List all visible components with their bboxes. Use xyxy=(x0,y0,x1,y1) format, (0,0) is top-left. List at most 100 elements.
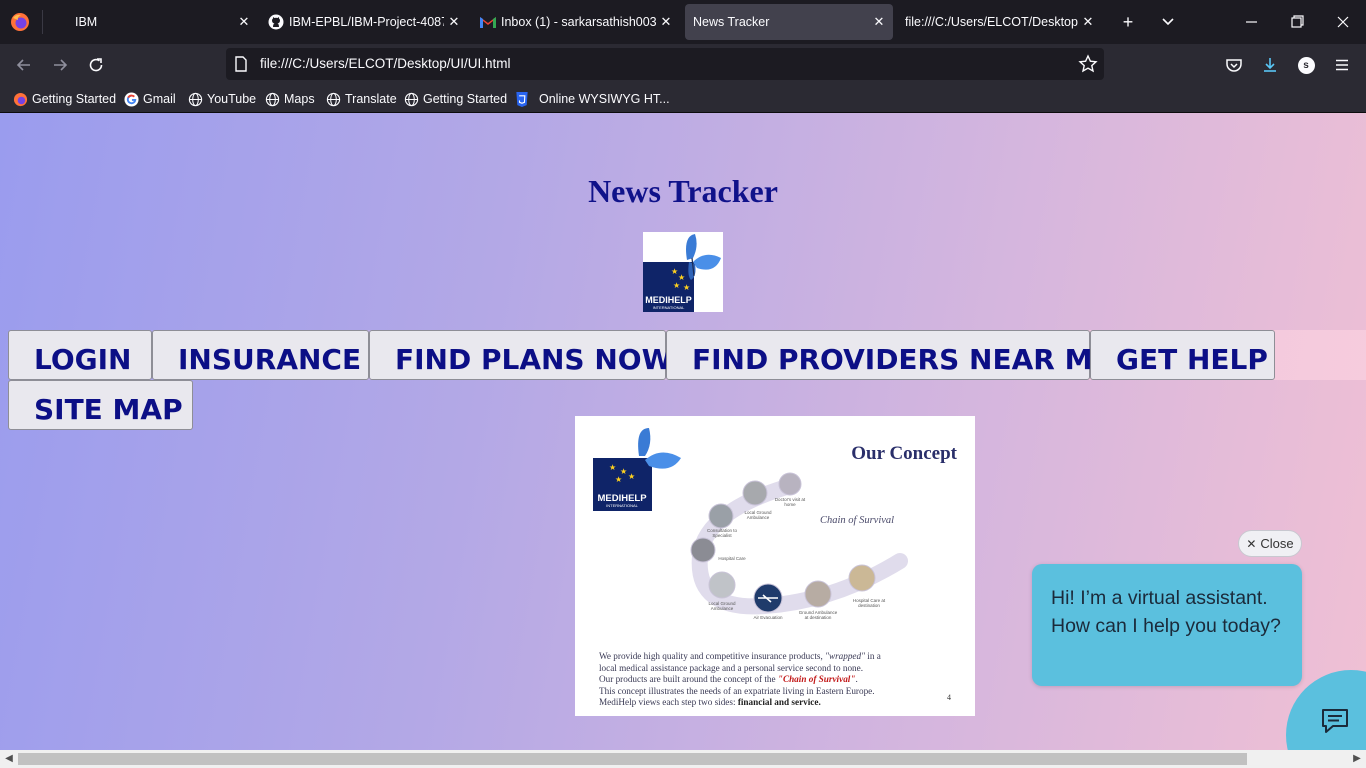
node-label: Local Ground Ambulance xyxy=(744,510,772,520)
concept-text: "Chain of Survival" xyxy=(777,674,856,684)
globe-icon xyxy=(403,91,419,107)
arrow-right-icon xyxy=(54,59,68,71)
bookmark-wysiwyg[interactable]: Online WYSIWYG HT... xyxy=(514,90,670,108)
scroll-left-arrow-icon[interactable]: ◀ xyxy=(2,752,16,766)
concept-text: in a xyxy=(864,651,881,661)
tab-news-tracker[interactable]: News Tracker ✕ xyxy=(685,4,893,40)
bookmark-getting-started[interactable]: Getting Started xyxy=(12,90,116,108)
close-icon[interactable]: ✕ xyxy=(234,14,254,30)
tab-title: News Tracker xyxy=(693,15,770,29)
tab-file[interactable]: file:///C:/Users/ELCOT/Desktop/U ✕ xyxy=(896,4,1102,40)
tab-title: IBM xyxy=(75,15,98,29)
horizontal-scrollbar[interactable]: ◀ ▶ xyxy=(0,750,1366,768)
pocket-button[interactable] xyxy=(1221,52,1247,78)
close-icon[interactable]: ✕ xyxy=(1078,14,1098,30)
chat-close-label: Close xyxy=(1260,536,1294,551)
download-icon xyxy=(1264,58,1276,72)
close-icon xyxy=(1337,16,1349,28)
chat-icon xyxy=(1322,709,1348,733)
tab-gmail[interactable]: Inbox (1) - sarkarsathish003@ ✕ xyxy=(470,4,680,40)
find-providers-button[interactable]: FIND PROVIDERS NEAR ME xyxy=(666,330,1112,380)
downloads-button[interactable] xyxy=(1257,52,1283,78)
bookmark-star-icon[interactable] xyxy=(1078,54,1098,74)
bookmark-translate[interactable]: Translate xyxy=(325,90,397,108)
restore-button[interactable] xyxy=(1285,10,1309,34)
bookmark-gmail[interactable]: Gmail xyxy=(123,90,176,108)
globe-icon xyxy=(325,91,341,107)
reload-button[interactable] xyxy=(83,52,109,78)
page-number: 4 xyxy=(947,693,951,702)
minimize-icon xyxy=(1246,21,1257,23)
firefox-icon xyxy=(12,91,28,107)
reload-icon xyxy=(89,58,103,72)
node-label: Consultation to Specialist xyxy=(706,528,738,538)
wysiwyg-icon xyxy=(514,91,530,107)
globe-icon xyxy=(264,91,280,107)
globe-icon xyxy=(187,91,203,107)
forward-button[interactable] xyxy=(47,52,73,78)
back-button[interactable] xyxy=(11,52,37,78)
concept-text: "wrapped" xyxy=(825,651,865,661)
blank-page-icon xyxy=(54,14,70,30)
restore-icon xyxy=(1291,15,1304,28)
login-button[interactable]: LOGIN xyxy=(8,330,152,380)
close-icon[interactable]: ✕ xyxy=(656,14,676,30)
navigation-toolbar: file:///C:/Users/ELCOT/Desktop/UI/UI.htm… xyxy=(0,44,1366,85)
minimize-button[interactable] xyxy=(1240,10,1264,34)
page-icon xyxy=(235,56,247,72)
bookmark-label: Maps xyxy=(284,92,315,106)
avatar-initial: S xyxy=(1303,59,1309,71)
app-menu-button[interactable] xyxy=(1329,52,1355,78)
concept-description: We provide high quality and competitive … xyxy=(599,651,959,709)
list-tabs-button[interactable] xyxy=(1156,10,1180,34)
logo-subtext: INTERNATIONAL xyxy=(653,305,685,310)
avatar: S xyxy=(1297,56,1315,74)
page-title: News Tracker xyxy=(588,173,778,209)
logo-text: MEDIHELP xyxy=(645,295,692,305)
node-label: Local Ground Ambulance xyxy=(708,601,736,611)
svg-text:★: ★ xyxy=(673,281,680,290)
tab-ibm[interactable]: IBM ✕ xyxy=(44,4,258,40)
close-icon[interactable]: ✕ xyxy=(444,14,464,30)
firefox-menu-icon[interactable] xyxy=(10,12,30,32)
insurance-button[interactable]: INSURANCE xyxy=(152,330,369,380)
bookmark-youtube[interactable]: YouTube xyxy=(187,90,256,108)
close-window-button[interactable] xyxy=(1331,10,1355,34)
scrollbar-thumb[interactable] xyxy=(18,753,1247,765)
concept-text: We provide high quality and competitive … xyxy=(599,651,826,661)
node-label: Ground Ambulance at destination xyxy=(798,610,838,620)
get-help-button[interactable]: GET HELP xyxy=(1090,330,1275,380)
chevron-down-icon xyxy=(1162,18,1174,26)
bookmark-label: Getting Started xyxy=(423,92,508,106)
concept-text: MediHelp views each step two sides: xyxy=(599,697,738,707)
svg-text:INTERNATIONAL: INTERNATIONAL xyxy=(606,503,638,508)
account-button[interactable]: S xyxy=(1293,52,1319,78)
chat-greeting-bubble[interactable]: Hi! I’m a virtual assistant. How can I h… xyxy=(1032,564,1302,686)
tab-strip: IBM ✕ IBM-EPBL/IBM-Project-40878 ✕ Inbox… xyxy=(0,0,1366,44)
bookmark-getting-started-2[interactable]: Getting Started xyxy=(403,90,507,108)
svg-text:★: ★ xyxy=(615,475,622,484)
pocket-icon xyxy=(1226,59,1242,72)
node-label: Hospital Care xyxy=(718,556,746,561)
concept-text: local medical assistance package and a p… xyxy=(599,662,864,673)
bookmark-maps[interactable]: Maps xyxy=(264,90,315,108)
find-plans-button[interactable]: FIND PLANS NOW xyxy=(369,330,672,380)
svg-text:★: ★ xyxy=(628,472,635,481)
tab-title: file:///C:/Users/ELCOT/Desktop/U xyxy=(905,15,1078,29)
close-icon: ✕ xyxy=(1246,536,1257,551)
tab-title: IBM-EPBL/IBM-Project-40878 xyxy=(289,15,444,29)
close-icon[interactable]: ✕ xyxy=(869,14,889,30)
url-bar[interactable]: file:///C:/Users/ELCOT/Desktop/UI/UI.htm… xyxy=(226,48,1104,80)
url-text[interactable]: file:///C:/Users/ELCOT/Desktop/UI/UI.htm… xyxy=(260,56,511,71)
gmail-icon xyxy=(480,14,496,30)
scroll-right-arrow-icon[interactable]: ▶ xyxy=(1350,752,1364,766)
github-icon xyxy=(268,14,284,30)
concept-title: Our Concept xyxy=(851,443,957,464)
concept-subtitle: Chain of Survival xyxy=(820,515,895,526)
new-tab-button[interactable]: + xyxy=(1116,10,1140,34)
tab-github[interactable]: IBM-EPBL/IBM-Project-40878 ✕ xyxy=(258,4,468,40)
site-map-button[interactable]: SITE MAP xyxy=(8,380,193,430)
chat-close-button[interactable]: ✕ Close xyxy=(1238,530,1302,557)
node-label: Doctor's visit at home xyxy=(774,497,806,507)
bookmark-label: Translate xyxy=(345,92,397,106)
